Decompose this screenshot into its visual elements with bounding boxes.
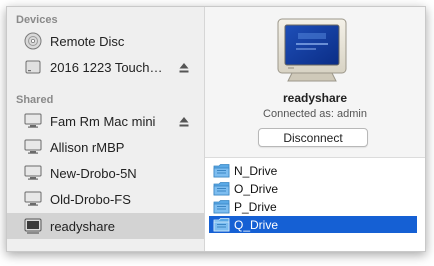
sidebar-item-label: 2016 1223 Touch… — [50, 59, 163, 75]
eject-icon[interactable] — [179, 115, 189, 127]
file-name: Q_Drive — [234, 217, 279, 232]
shared-header: Shared — [16, 94, 54, 106]
sidebar-item-label: Old-Drobo-FS — [50, 191, 131, 207]
sidebar-item-label: Allison rMBP — [50, 139, 125, 155]
list-item[interactable]: P_Drive — [209, 198, 417, 215]
server-detail-panel: readyshare Connected as: admin Disconnec… — [205, 7, 425, 157]
crt-monitor-icon — [274, 17, 350, 90]
devices-header: Devices — [16, 14, 58, 26]
sidebar-item-touch-drive[interactable]: 2016 1223 Touch… — [7, 54, 204, 80]
sidebar-item-readyshare[interactable]: readyshare — [7, 213, 204, 239]
connection-status: Connected as: admin — [263, 108, 367, 120]
computer-icon — [23, 164, 43, 182]
hard-drive-icon — [23, 58, 43, 76]
shared-folder-icon — [213, 181, 230, 196]
list-item[interactable]: N_Drive — [209, 162, 417, 179]
shared-folder-icon — [213, 163, 230, 178]
sidebar-item-allison-rmbp[interactable]: Allison rMBP — [7, 134, 204, 160]
sidebar-item-old-drobo-fs[interactable]: Old-Drobo-FS — [7, 186, 204, 212]
sidebar-item-label: New-Drobo-5N — [50, 165, 137, 181]
disconnect-button[interactable]: Disconnect — [258, 128, 368, 147]
finder-window: Devices Remote Disc 2016 1223 Touch… Sha… — [6, 6, 426, 252]
sidebar-item-fam-rm-mac-mini[interactable]: Fam Rm Mac mini — [7, 108, 204, 134]
computer-icon — [23, 190, 43, 208]
sidebar-item-label: readyshare — [50, 218, 116, 234]
computer-icon — [23, 138, 43, 156]
monitor-icon — [23, 217, 43, 235]
share-list: N_Drive O_Drive P_Drive Q_Drive — [205, 157, 425, 251]
sidebar-item-label: Fam Rm Mac mini — [50, 113, 156, 129]
list-item[interactable]: O_Drive — [209, 180, 417, 197]
computer-icon — [23, 112, 43, 130]
file-name: N_Drive — [234, 163, 278, 178]
sidebar-item-remote-disc[interactable]: Remote Disc — [7, 28, 204, 54]
disc-icon — [23, 32, 43, 50]
sidebar-item-new-drobo-5n[interactable]: New-Drobo-5N — [7, 160, 204, 186]
server-name: readyshare — [282, 91, 348, 105]
eject-icon[interactable] — [179, 61, 189, 73]
sidebar-item-label: Remote Disc — [50, 33, 125, 49]
file-name: O_Drive — [234, 181, 279, 196]
sidebar: Devices Remote Disc 2016 1223 Touch… Sha… — [7, 7, 205, 251]
file-name: P_Drive — [234, 199, 277, 214]
list-item[interactable]: Q_Drive — [209, 216, 417, 233]
shared-folder-icon — [213, 217, 230, 232]
shared-folder-icon — [213, 199, 230, 214]
